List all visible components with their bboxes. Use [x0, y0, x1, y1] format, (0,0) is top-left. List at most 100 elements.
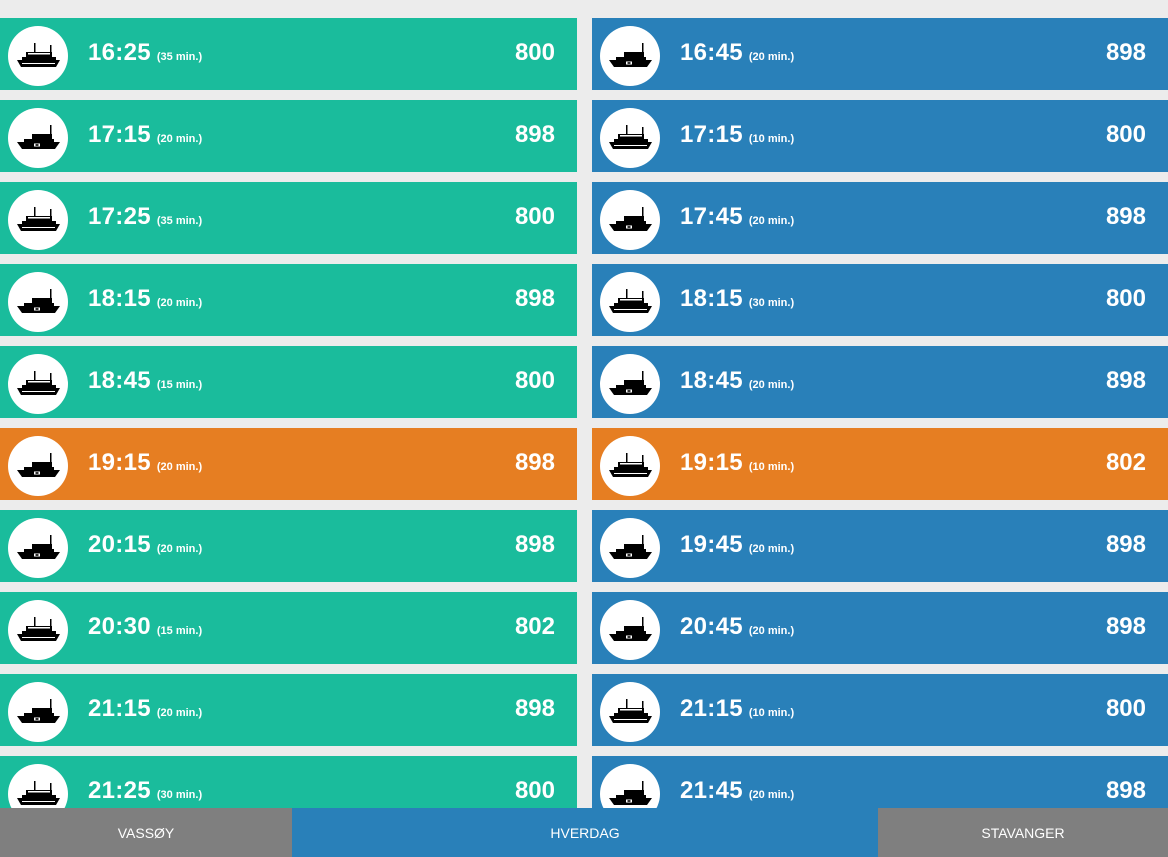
- time-value: 19:45: [680, 531, 743, 558]
- route-number: 898: [1105, 613, 1146, 640]
- departure-row[interactable]: 16:25 (35 min.) 800: [0, 18, 577, 90]
- time-value: 17:45: [680, 203, 743, 230]
- ferry-icon: [600, 272, 660, 332]
- trip-duration: (30 min.): [156, 789, 203, 801]
- trip-duration: (20 min.): [748, 543, 795, 555]
- route-number: 800: [514, 367, 555, 394]
- departure-row[interactable]: 16:45 (20 min.) 898: [592, 18, 1168, 90]
- tab-vassoy[interactable]: VASSØY: [0, 808, 292, 857]
- time-value: 21:15: [88, 695, 151, 722]
- tab-hverdag[interactable]: HVERDAG: [292, 808, 878, 857]
- time-value: 21:45: [680, 777, 743, 804]
- trip-duration: (20 min.): [748, 789, 795, 801]
- fast-boat-icon: [8, 108, 68, 168]
- time-value: 17:15: [680, 121, 743, 148]
- trip-duration: (20 min.): [748, 379, 795, 391]
- trip-duration: (10 min.): [748, 461, 795, 473]
- time-value: 18:45: [680, 367, 743, 394]
- time-value: 16:45: [680, 39, 743, 66]
- departure-time: 20:45 (20 min.): [680, 613, 794, 641]
- departure-row[interactable]: 19:15 (20 min.) 898: [0, 428, 577, 500]
- departure-row[interactable]: 19:45 (20 min.) 898: [592, 510, 1168, 582]
- trip-duration: (20 min.): [156, 461, 203, 473]
- tab-stavanger[interactable]: STAVANGER: [878, 808, 1168, 857]
- departure-row[interactable]: 17:15 (20 min.) 898: [0, 100, 577, 172]
- time-value: 17:25: [88, 203, 151, 230]
- fast-boat-icon: [8, 436, 68, 496]
- route-number: 800: [1105, 121, 1146, 148]
- departure-time: 21:25 (30 min.): [88, 777, 202, 805]
- departure-time: 18:15 (20 min.): [88, 285, 202, 313]
- footer-tabbar: VASSØY HVERDAG STAVANGER: [0, 808, 1168, 857]
- time-value: 20:15: [88, 531, 151, 558]
- departure-time: 20:30 (15 min.): [88, 613, 202, 641]
- trip-duration: (15 min.): [156, 379, 203, 391]
- departure-time: 19:15 (10 min.): [680, 449, 794, 477]
- time-value: 17:15: [88, 121, 151, 148]
- ferry-icon: [8, 354, 68, 414]
- fast-boat-icon: [600, 600, 660, 660]
- route-number: 898: [1105, 777, 1146, 804]
- departure-row[interactable]: 21:45 (20 min.) 898: [592, 756, 1168, 808]
- time-value: 18:15: [680, 285, 743, 312]
- departure-row[interactable]: 20:15 (20 min.) 898: [0, 510, 577, 582]
- departure-row[interactable]: 20:45 (20 min.) 898: [592, 592, 1168, 664]
- time-value: 19:15: [680, 449, 743, 476]
- departure-row[interactable]: 20:30 (15 min.) 802: [0, 592, 577, 664]
- departure-row[interactable]: 17:25 (35 min.) 800: [0, 182, 577, 254]
- departure-row[interactable]: 17:45 (20 min.) 898: [592, 182, 1168, 254]
- route-number: 898: [514, 695, 555, 722]
- route-number: 800: [1105, 285, 1146, 312]
- route-number: 802: [514, 613, 555, 640]
- departure-row[interactable]: 17:15 (10 min.) 800: [592, 100, 1168, 172]
- departure-time: 20:15 (20 min.): [88, 531, 202, 559]
- fast-boat-icon: [600, 518, 660, 578]
- departures-from-stavanger: 16:45 (20 min.) 898 17:15 (10 min.) 800 17:45 (…: [592, 0, 1168, 808]
- fast-boat-icon: [600, 26, 660, 86]
- departure-time: 18:45 (20 min.): [680, 367, 794, 395]
- ferry-icon: [600, 436, 660, 496]
- ferry-icon: [600, 108, 660, 168]
- departure-time: 17:45 (20 min.): [680, 203, 794, 231]
- departure-row[interactable]: 18:45 (20 min.) 898: [592, 346, 1168, 418]
- departure-row[interactable]: 21:15 (20 min.) 898: [0, 674, 577, 746]
- departure-time: 18:15 (30 min.): [680, 285, 794, 313]
- departure-time: 21:15 (10 min.): [680, 695, 794, 723]
- time-value: 19:15: [88, 449, 151, 476]
- time-value: 20:30: [88, 613, 151, 640]
- departure-row[interactable]: 18:15 (30 min.) 800: [592, 264, 1168, 336]
- departure-row[interactable]: 19:15 (10 min.) 802: [592, 428, 1168, 500]
- trip-duration: (20 min.): [156, 297, 203, 309]
- route-number: 898: [514, 531, 555, 558]
- fast-boat-icon: [8, 682, 68, 742]
- departure-row[interactable]: 18:15 (20 min.) 898: [0, 264, 577, 336]
- departure-time: 21:45 (20 min.): [680, 777, 794, 805]
- time-value: 18:15: [88, 285, 151, 312]
- route-number: 898: [514, 121, 555, 148]
- time-value: 20:45: [680, 613, 743, 640]
- route-number: 898: [1105, 203, 1146, 230]
- ferry-icon: [8, 764, 68, 808]
- route-number: 898: [514, 285, 555, 312]
- departure-time: 16:25 (35 min.): [88, 39, 202, 67]
- trip-duration: (15 min.): [156, 625, 203, 637]
- trip-duration: (10 min.): [748, 133, 795, 145]
- ferry-icon: [8, 26, 68, 86]
- route-number: 898: [1105, 39, 1146, 66]
- departure-row[interactable]: 21:25 (30 min.) 800: [0, 756, 577, 808]
- fast-boat-icon: [600, 764, 660, 808]
- departures-from-vassoy: 16:25 (35 min.) 800 17:15 (20 min.) 898 17:25 (…: [0, 0, 577, 808]
- departure-time: 21:15 (20 min.): [88, 695, 202, 723]
- departure-time: 17:15 (20 min.): [88, 121, 202, 149]
- trip-duration: (20 min.): [748, 625, 795, 637]
- route-number: 898: [1105, 367, 1146, 394]
- departure-time: 16:45 (20 min.): [680, 39, 794, 67]
- route-number: 800: [1105, 695, 1146, 722]
- route-number: 800: [514, 777, 555, 804]
- departure-row[interactable]: 21:15 (10 min.) 800: [592, 674, 1168, 746]
- route-number: 802: [1105, 449, 1146, 476]
- departure-row[interactable]: 18:45 (15 min.) 800: [0, 346, 577, 418]
- trip-duration: (35 min.): [156, 215, 203, 227]
- route-number: 898: [514, 449, 555, 476]
- ferry-icon: [600, 682, 660, 742]
